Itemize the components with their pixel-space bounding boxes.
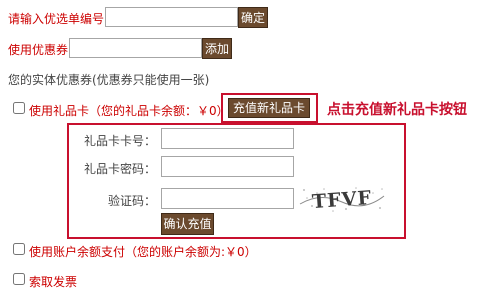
captcha-input[interactable] [161, 188, 294, 209]
recharge-callout: 点击充值新礼品卡按钮 [327, 102, 467, 118]
use-gift-card-label: 使用礼品卡（您的礼品卡余额：￥0） [29, 104, 229, 118]
request-invoice-label: 索取发票 [29, 275, 78, 289]
recharge-gift-card-button[interactable]: 充值新礼品卡 [228, 98, 310, 118]
physical-coupon-note: 您的实体优惠券(优惠券只能使用一张) [8, 73, 210, 87]
coupon-input[interactable] [69, 38, 202, 58]
confirm-order-code-button[interactable]: 确定 [238, 7, 268, 28]
card-number-label: 礼品卡卡号： [83, 134, 156, 148]
add-coupon-button[interactable]: 添加 [202, 38, 232, 59]
card-number-input[interactable] [161, 128, 294, 149]
order-code-input[interactable] [105, 7, 238, 27]
confirm-recharge-button[interactable]: 确认充值 [161, 213, 214, 235]
captcha-text: TFVF [311, 187, 372, 213]
use-gift-card-checkbox[interactable] [13, 102, 25, 114]
use-account-balance-label: 使用账户余额支付（您的账户余额为:￥0） [29, 245, 257, 259]
card-password-input[interactable] [161, 156, 294, 177]
request-invoice-checkbox[interactable] [13, 273, 25, 285]
card-password-label: 礼品卡密码： [83, 162, 156, 176]
captcha-label: 验证码： [107, 194, 156, 208]
order-code-label: 请输入优选单编号 [8, 12, 105, 26]
coupon-label: 使用优惠券 [8, 43, 69, 57]
captcha-image[interactable]: TFVF [298, 184, 386, 214]
use-account-balance-checkbox[interactable] [13, 243, 25, 255]
